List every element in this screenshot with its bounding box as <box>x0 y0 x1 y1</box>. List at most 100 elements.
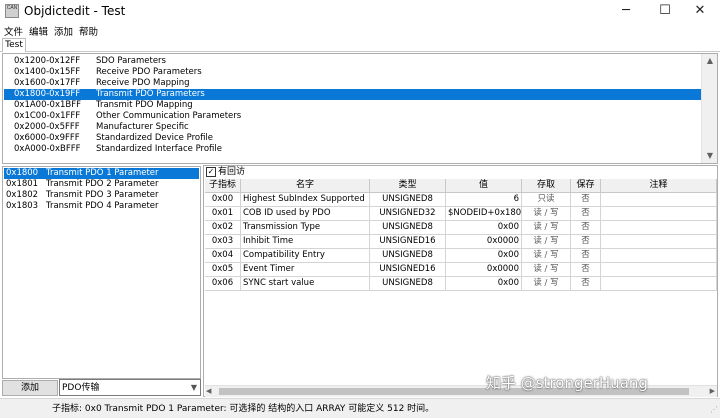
cell-type[interactable]: UNSIGNED32 <box>370 207 446 221</box>
object-index: 0x1802 <box>6 190 39 200</box>
cell-subindex[interactable]: 0x04 <box>205 249 241 263</box>
cell-comment[interactable] <box>601 235 717 249</box>
chevron-down-icon[interactable]: ▼ <box>191 381 197 395</box>
list-item[interactable]: 0x2000-0x5FFF Manufacturer Specific <box>4 122 701 133</box>
object-name: Transmit PDO 3 Parameter <box>46 190 159 200</box>
maximize-button[interactable]: ☐ <box>649 2 681 20</box>
cell-type[interactable]: UNSIGNED8 <box>370 193 446 207</box>
object-name: Transmit PDO 1 Parameter <box>46 168 159 178</box>
cell-type[interactable]: UNSIGNED16 <box>370 235 446 249</box>
list-item[interactable]: 0x1600-0x17FF Receive PDO Mapping <box>4 78 701 89</box>
cell-access[interactable]: 只读 <box>522 193 571 207</box>
cell-comment[interactable] <box>601 207 717 221</box>
index-range-list[interactable]: 0x1200-0x12FF SDO Parameters 0x1400-0x15F… <box>2 53 718 164</box>
list-item[interactable]: 0x6000-0x9FFF Standardized Device Profile <box>4 133 701 144</box>
title-bar: CAN Objdictedit - Test ─ ☐ ✕ <box>0 0 720 23</box>
cell-value[interactable]: 0x00 <box>446 221 522 235</box>
cell-save[interactable]: 否 <box>571 221 601 235</box>
cell-value[interactable]: 0x0000 <box>446 235 522 249</box>
list-item[interactable]: 0x1200-0x12FF SDO Parameters <box>4 56 701 67</box>
col-header-save[interactable]: 保存 <box>571 179 601 193</box>
cell-value[interactable]: 6 <box>446 193 522 207</box>
col-header-comment[interactable]: 注释 <box>601 179 717 193</box>
list-item[interactable]: 0x1801 Transmit PDO 2 Parameter <box>4 179 199 190</box>
resize-grip-icon[interactable]: ⋰ <box>710 405 718 414</box>
list-item[interactable]: 0x1A00-0x1BFF Transmit PDO Mapping <box>4 100 701 111</box>
cell-access[interactable]: 读 / 写 <box>522 263 571 277</box>
cell-save[interactable]: 否 <box>571 277 601 291</box>
cell-access[interactable]: 读 / 写 <box>522 249 571 263</box>
cell-value[interactable]: 0x00 <box>446 277 522 291</box>
list-item[interactable]: 0x1803 Transmit PDO 4 Parameter <box>4 201 199 212</box>
cell-save[interactable]: 否 <box>571 249 601 263</box>
cell-name[interactable]: SYNC start value <box>241 277 370 291</box>
range-text: 0xA000-0xBFFF <box>14 144 81 154</box>
col-header-value[interactable]: 值 <box>446 179 522 193</box>
scroll-down-icon[interactable]: ▼ <box>702 149 718 163</box>
cell-subindex[interactable]: 0x03 <box>205 235 241 249</box>
list-item-selected[interactable]: 0x1800-0x19FF Transmit PDO Parameters <box>4 89 701 100</box>
cell-value[interactable]: $NODEID+0x180 <box>446 207 522 221</box>
list-item[interactable]: 0xA000-0xBFFF Standardized Interface Prof… <box>4 144 701 155</box>
scroll-left-icon[interactable]: ◀ <box>206 386 211 397</box>
cell-save[interactable]: 否 <box>571 207 601 221</box>
list-item[interactable]: 0x1400-0x15FF Receive PDO Parameters <box>4 67 701 78</box>
add-button[interactable]: 添加 <box>2 380 58 396</box>
cell-save[interactable]: 否 <box>571 235 601 249</box>
menu-help[interactable]: 帮助 <box>79 24 98 38</box>
cell-access[interactable]: 读 / 写 <box>522 207 571 221</box>
cell-comment[interactable] <box>601 249 717 263</box>
range-name: Other Communication Parameters <box>96 111 242 121</box>
col-header-subindex[interactable]: 子指标 <box>205 179 241 193</box>
cell-value[interactable]: 0x0000 <box>446 263 522 277</box>
tab-test[interactable]: Test <box>2 38 26 52</box>
cell-save[interactable]: 否 <box>571 193 601 207</box>
object-list[interactable]: 0x1800 Transmit PDO 1 Parameter 0x1801 Tra… <box>2 166 201 379</box>
scroll-up-icon[interactable]: ▲ <box>702 54 718 68</box>
object-index: 0x1803 <box>6 201 39 211</box>
cell-comment[interactable] <box>601 263 717 277</box>
cell-type[interactable]: UNSIGNED8 <box>370 249 446 263</box>
cell-comment[interactable] <box>601 221 717 235</box>
cell-value[interactable]: 0x00 <box>446 249 522 263</box>
menu-file[interactable]: 文件 <box>4 24 23 38</box>
cell-subindex[interactable]: 0x05 <box>205 263 241 277</box>
cell-name[interactable]: COB ID used by PDO <box>241 207 370 221</box>
cell-access[interactable]: 读 / 写 <box>522 277 571 291</box>
list-item[interactable]: 0x1C00-0x1FFF Other Communication Paramet… <box>4 111 701 122</box>
tab-strip: Test <box>0 38 720 52</box>
col-header-name[interactable]: 名字 <box>241 179 370 193</box>
cell-access[interactable]: 读 / 写 <box>522 221 571 235</box>
list-item[interactable]: 0x1802 Transmit PDO 3 Parameter <box>4 190 199 201</box>
callback-checkbox[interactable]: ✓ <box>206 167 216 177</box>
cell-save[interactable]: 否 <box>571 263 601 277</box>
cell-name[interactable]: Event Timer <box>241 263 370 277</box>
cell-comment[interactable] <box>601 277 717 291</box>
range-name: Standardized Device Profile <box>96 133 214 143</box>
list-item-selected[interactable]: 0x1800 Transmit PDO 1 Parameter <box>4 168 199 179</box>
cell-access[interactable]: 读 / 写 <box>522 235 571 249</box>
scroll-right-icon[interactable]: ▶ <box>710 386 715 397</box>
cell-name[interactable]: Inhibit Time <box>241 235 370 249</box>
cell-subindex[interactable]: 0x06 <box>205 277 241 291</box>
pdo-type-select[interactable]: PDO传输 ▼ <box>59 379 201 396</box>
cell-type[interactable]: UNSIGNED16 <box>370 263 446 277</box>
cell-name[interactable]: Highest SubIndex Supported <box>241 193 370 207</box>
cell-type[interactable]: UNSIGNED8 <box>370 221 446 235</box>
col-header-type[interactable]: 类型 <box>370 179 446 193</box>
menu-edit[interactable]: 编辑 <box>29 24 48 38</box>
vertical-scrollbar[interactable]: ▲ ▼ <box>701 54 717 163</box>
cell-subindex[interactable]: 0x00 <box>205 193 241 207</box>
cell-name[interactable]: Compatibility Entry <box>241 249 370 263</box>
cell-comment[interactable] <box>601 193 717 207</box>
col-header-access[interactable]: 存取 <box>522 179 571 193</box>
minimize-button[interactable]: ─ <box>610 2 642 20</box>
cell-type[interactable]: UNSIGNED8 <box>370 277 446 291</box>
cell-subindex[interactable]: 0x01 <box>205 207 241 221</box>
cell-name[interactable]: Transmission Type <box>241 221 370 235</box>
close-button[interactable]: ✕ <box>684 2 716 20</box>
menu-add[interactable]: 添加 <box>54 24 73 38</box>
cell-subindex[interactable]: 0x02 <box>205 221 241 235</box>
subindex-grid[interactable]: 子指标 名字 类型 值 存取 保存 注释 0x00 Highest SubInde… <box>205 179 717 385</box>
range-text: 0x1C00-0x1FFF <box>14 111 81 121</box>
